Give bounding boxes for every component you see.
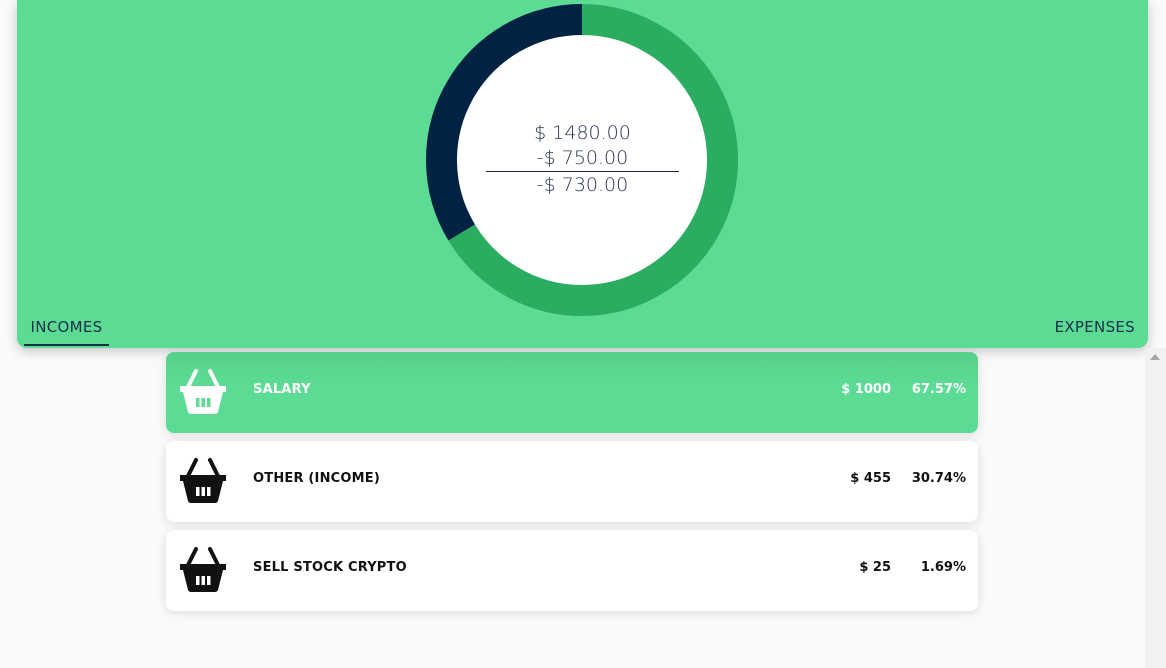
category-amount: $ 455: [850, 471, 891, 486]
category-list: SALARY $ 1000 67.57% OTHER (INCOME) $ 45…: [166, 352, 978, 619]
incomes-total: $ 1480.00: [534, 122, 631, 144]
category-percent: 1.69%: [920, 560, 966, 575]
category-row-salary[interactable]: SALARY $ 1000 67.57%: [166, 352, 978, 433]
category-row-other-income[interactable]: OTHER (INCOME) $ 455 30.74%: [166, 441, 978, 522]
basket-icon: [178, 368, 228, 416]
category-amount: $ 25: [859, 560, 891, 575]
tab-incomes[interactable]: INCOMES: [24, 318, 109, 346]
category-percent: 67.57%: [911, 382, 966, 397]
totals-summary: $ 1480.00 -$ 750.00 -$ 730.00: [486, 121, 679, 198]
basket-icon: [178, 546, 228, 594]
basket-icon: [178, 457, 228, 505]
scroll-up-arrow-icon[interactable]: [1150, 354, 1160, 360]
category-amount: $ 1000: [841, 382, 891, 397]
category-percent: 30.74%: [911, 471, 966, 486]
scrollbar[interactable]: [1145, 348, 1166, 668]
tab-expenses[interactable]: EXPENSES: [1055, 318, 1135, 344]
category-name: OTHER (INCOME): [253, 471, 381, 486]
category-name: SALARY: [253, 382, 311, 397]
balance-total: -$ 730.00: [486, 171, 679, 198]
category-row-sell-stock-crypto[interactable]: SELL STOCK CRYPTO $ 25 1.69%: [166, 530, 978, 611]
expenses-total: -$ 750.00: [536, 147, 629, 169]
category-name: SELL STOCK CRYPTO: [253, 560, 407, 575]
summary-header: $ 1480.00 -$ 750.00 -$ 730.00 INCOMES EX…: [17, 0, 1148, 348]
